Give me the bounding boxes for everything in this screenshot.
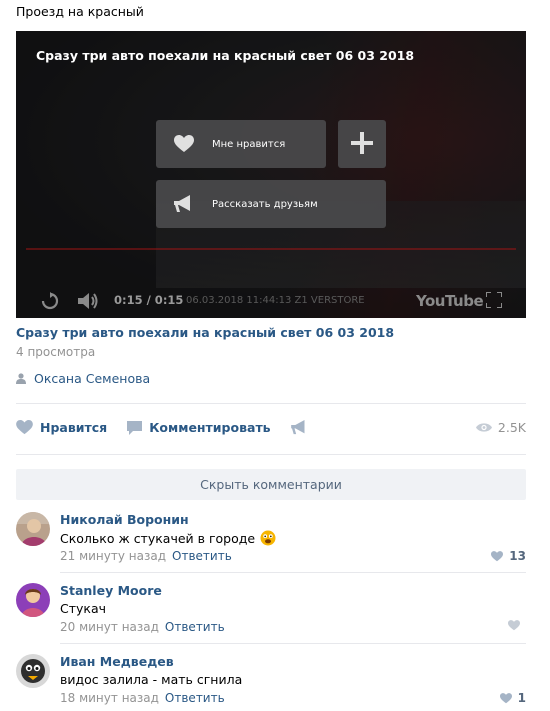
comment-author[interactable]: Stanley Moore [60, 583, 162, 598]
megaphone-icon [164, 195, 204, 213]
comment-item: Николай Воронин Сколько ж стукачей в гор… [16, 512, 526, 573]
comment-button[interactable]: Комментировать [127, 420, 271, 435]
heart-icon [491, 550, 504, 562]
heart-icon [16, 420, 33, 435]
youtube-logo[interactable]: YouTube [416, 292, 484, 310]
video-timestamp: 06.03.2018 11:44:13 Z1 VERSTORE [186, 295, 365, 306]
video-overlay-shade [16, 31, 526, 318]
video-title-link[interactable]: Сразу три авто поехали на красный свет 0… [16, 325, 394, 340]
comment-time[interactable]: 20 минут назад [60, 620, 159, 634]
overlay-add-button[interactable] [338, 120, 386, 168]
comment-text: видос залила - мать сгнила [60, 672, 242, 687]
user-icon [16, 373, 26, 384]
video-author[interactable]: Оксана Семенова [16, 371, 150, 386]
comment-meta: 21 минуту назад Ответить [60, 549, 232, 563]
comment-item: Иван Медведев видос залила - мать сгнила… [16, 654, 526, 710]
divider [16, 454, 526, 455]
comment-text-body: Стукач [60, 601, 107, 616]
avatar[interactable] [16, 583, 50, 617]
video-player[interactable]: Сразу три авто поехали на красный свет 0… [16, 31, 526, 318]
reply-link[interactable]: Ответить [165, 620, 225, 634]
comment-text: Стукач [60, 601, 106, 616]
comment-like-button[interactable]: 13 [491, 549, 526, 563]
comment-author[interactable]: Николай Воронин [60, 512, 189, 527]
divider [60, 572, 526, 573]
hide-comments-button[interactable]: Скрыть комментарии [16, 469, 526, 500]
reply-link[interactable]: Ответить [165, 691, 225, 705]
divider [60, 643, 526, 644]
video-author-name: Оксана Семенова [34, 371, 151, 386]
reply-link[interactable]: Ответить [172, 549, 232, 563]
comment-like-count: 1 [517, 691, 526, 705]
comment-like-button[interactable] [508, 620, 526, 631]
eye-icon [475, 422, 492, 433]
player-controls: 0:15 / 0:15 06.03.2018 11:44:13 Z1 VERST… [16, 248, 526, 318]
comment-text: Сколько ж стукачей в городе [60, 530, 276, 546]
volume-icon[interactable] [78, 292, 100, 313]
comment-item: Stanley Moore Стукач 20 минут назад Ответ… [16, 583, 526, 644]
comment-like-count: 13 [509, 549, 526, 563]
comment-text-body: видос залила - мать сгнила [60, 672, 243, 687]
heart-icon [508, 620, 520, 631]
video-heading: Сразу три авто поехали на красный свет 0… [36, 48, 415, 63]
replay-icon[interactable] [40, 292, 60, 313]
progress-bar[interactable] [26, 248, 516, 250]
comment-meta: 20 минут назад Ответить [60, 620, 225, 634]
like-label: Нравится [40, 420, 108, 435]
overlay-like-label: Мне нравится [212, 138, 286, 150]
post-actions: Нравится Комментировать [16, 420, 335, 435]
overlay-share-label: Рассказать друзьям [212, 198, 318, 210]
share-button[interactable] [290, 420, 315, 435]
like-button[interactable]: Нравится [16, 420, 107, 435]
overlay-share-button[interactable]: Рассказать друзьям [156, 180, 386, 228]
video-views: 4 просмотра [16, 345, 96, 359]
comment-author[interactable]: Иван Медведев [60, 654, 174, 669]
avatar[interactable] [16, 654, 50, 688]
overlay-like-button[interactable]: Мне нравится [156, 120, 326, 168]
megaphone-icon [290, 420, 308, 435]
divider [16, 403, 526, 404]
post-title: Проезд на красный [16, 4, 144, 19]
avatar[interactable] [16, 512, 50, 546]
comment-text-body: Сколько ж стукачей в городе [60, 530, 256, 546]
comment-time[interactable]: 18 минут назад [60, 691, 159, 705]
scared-emoji-icon [260, 530, 276, 546]
views-count: 2.5K [497, 420, 526, 435]
fullscreen-icon[interactable] [485, 291, 503, 311]
comment-time[interactable]: 21 минуту назад [60, 549, 166, 563]
heart-icon [164, 135, 204, 153]
comment-meta: 18 минут назад Ответить [60, 691, 225, 705]
comment-like-button[interactable]: 1 [499, 691, 526, 705]
heart-icon [499, 692, 512, 704]
comment-label: Комментировать [149, 420, 271, 435]
player-time: 0:15 / 0:15 [114, 293, 184, 307]
plus-icon [351, 131, 373, 157]
comment-icon [127, 420, 143, 435]
views-counter: 2.5K [475, 420, 526, 435]
